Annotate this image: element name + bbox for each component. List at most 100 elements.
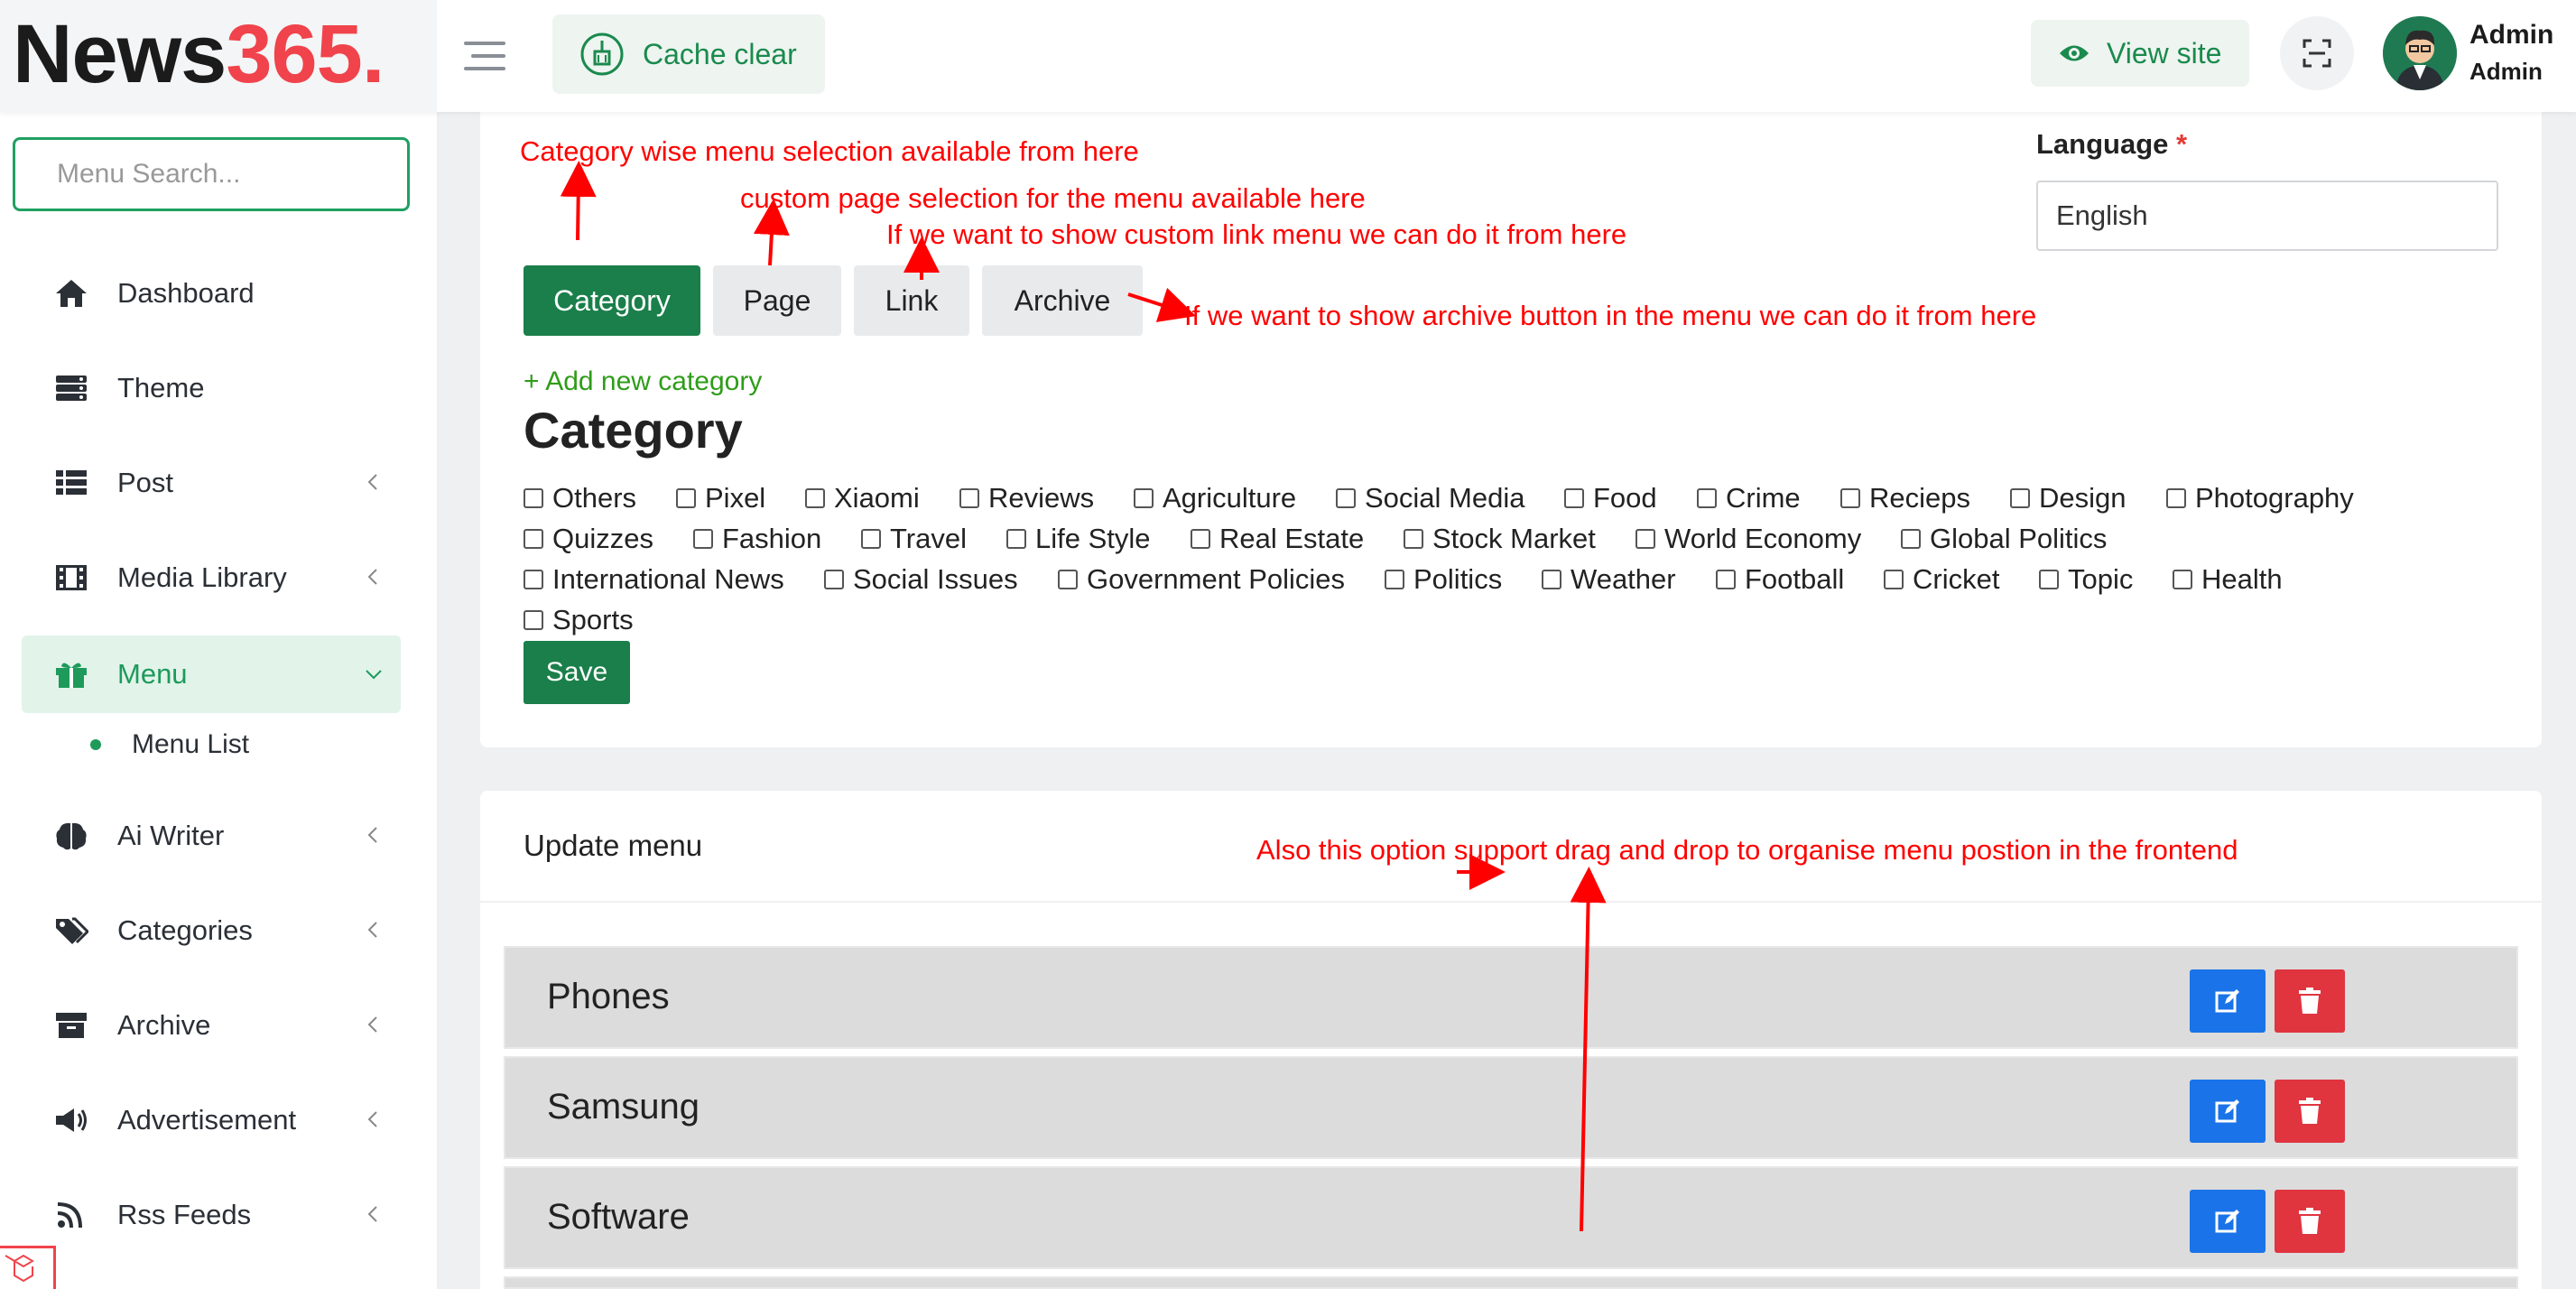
save-button[interactable]: Save [524, 641, 630, 704]
category-checkbox[interactable]: Fashion [693, 523, 821, 555]
logo[interactable]: News365. [13, 5, 385, 103]
sidebar-item-theme[interactable]: Theme [22, 349, 401, 427]
checkbox-box[interactable] [1564, 488, 1584, 508]
category-checkbox[interactable]: Stock Market [1404, 523, 1596, 555]
category-checkbox[interactable]: Cricket [1884, 563, 1999, 596]
category-checkbox[interactable]: International News [524, 563, 784, 596]
checkbox-box[interactable] [676, 488, 696, 508]
category-checkbox[interactable]: Politics [1385, 563, 1502, 596]
checkbox-box[interactable] [1006, 529, 1026, 549]
sidebar-item-post[interactable]: Post [22, 444, 401, 522]
tab-archive[interactable]: Archive [982, 265, 1143, 336]
checkbox-box[interactable] [524, 529, 543, 549]
sidebar-item-menu[interactable]: Menu [22, 635, 401, 713]
checkbox-box[interactable] [1134, 488, 1154, 508]
tab-link[interactable]: Link [854, 265, 969, 336]
checkbox-box[interactable] [1716, 570, 1736, 589]
category-checkbox[interactable]: Life Style [1006, 523, 1151, 555]
sidebar-item-dashboard[interactable]: Dashboard [22, 255, 401, 332]
cache-clear-button[interactable]: Cache clear [552, 14, 825, 94]
checkbox-box[interactable] [693, 529, 713, 549]
checkbox-box[interactable] [824, 570, 844, 589]
edit-button[interactable] [2190, 1190, 2266, 1253]
checkbox-box[interactable] [1191, 529, 1210, 549]
sidebar-item-categories[interactable]: Categories [22, 892, 401, 969]
category-checkbox[interactable]: Government Policies [1058, 563, 1345, 596]
category-checkbox[interactable]: Health [2173, 563, 2283, 596]
sidebar-item-archive[interactable]: Archive [22, 987, 401, 1064]
checkbox-label: Stock Market [1432, 523, 1596, 554]
submenu-label: Menu List [132, 729, 250, 759]
category-checkbox[interactable]: Social Media [1336, 482, 1524, 515]
edit-button[interactable] [2190, 1080, 2266, 1143]
sidebar-subitem-menu-list[interactable]: Menu List [90, 729, 249, 760]
checkbox-box[interactable] [2039, 570, 2059, 589]
menu-row[interactable]: Samsung [504, 1056, 2518, 1159]
tab-category[interactable]: Category [524, 265, 700, 336]
checkbox-box[interactable] [861, 529, 881, 549]
category-checkbox[interactable]: Crime [1697, 482, 1801, 515]
checkbox-label: Weather [1571, 563, 1676, 595]
category-checkbox[interactable]: Global Politics [1901, 523, 2107, 555]
category-heading: Category [524, 402, 743, 459]
chevron-left-icon [367, 1111, 377, 1127]
checkbox-box[interactable] [1404, 529, 1423, 549]
category-checkbox[interactable]: Agriculture [1134, 482, 1296, 515]
category-checkbox[interactable]: Recieps [1840, 482, 1970, 515]
category-checkbox[interactable]: Sports [524, 604, 634, 636]
checkbox-box[interactable] [524, 570, 543, 589]
menu-row[interactable] [504, 1276, 2518, 1289]
delete-button[interactable] [2275, 1080, 2345, 1143]
category-checkbox[interactable]: Weather [1542, 563, 1676, 596]
avatar[interactable] [2383, 16, 2457, 90]
checkbox-box[interactable] [1542, 570, 1561, 589]
category-checkbox[interactable]: Others [524, 482, 636, 515]
category-checkbox[interactable]: Food [1564, 482, 1657, 515]
category-checkbox[interactable]: World Economy [1635, 523, 1861, 555]
checkbox-box[interactable] [1635, 529, 1655, 549]
menu-search-input[interactable]: Menu Search... [13, 137, 410, 211]
sidebar-item-ai-writer[interactable]: Ai Writer [22, 797, 401, 875]
checkbox-box[interactable] [1336, 488, 1356, 508]
menu-row[interactable]: Software [504, 1166, 2518, 1269]
language-select[interactable]: English [2036, 181, 2498, 251]
hamburger-menu-icon[interactable] [464, 38, 509, 74]
category-checkbox[interactable]: Xiaomi [805, 482, 920, 515]
category-checkbox[interactable]: Football [1716, 563, 1844, 596]
checkbox-box[interactable] [524, 488, 543, 508]
checkbox-box[interactable] [805, 488, 825, 508]
checkbox-box[interactable] [959, 488, 979, 508]
film-icon [56, 565, 87, 590]
checkbox-box[interactable] [2173, 570, 2192, 589]
checkbox-box[interactable] [1385, 570, 1404, 589]
sidebar-item-media-library[interactable]: Media Library [22, 539, 401, 617]
checkbox-box[interactable] [524, 610, 543, 630]
checkbox-box[interactable] [1840, 488, 1860, 508]
admin-name[interactable]: Admin [2469, 20, 2553, 51]
sidebar-item-rss-feeds[interactable]: Rss Feeds [22, 1176, 401, 1254]
category-checkbox[interactable]: Topic [2039, 563, 2133, 596]
sidebar-item-advertisement[interactable]: Advertisement [22, 1081, 401, 1159]
menu-row[interactable]: Phones [504, 946, 2518, 1049]
edit-button[interactable] [2190, 969, 2266, 1033]
category-checkbox[interactable]: Photography [2166, 482, 2354, 515]
category-checkbox[interactable]: Pixel [676, 482, 765, 515]
category-checkbox[interactable]: Social Issues [824, 563, 1018, 596]
checkbox-box[interactable] [2166, 488, 2186, 508]
category-checkbox[interactable]: Quizzes [524, 523, 653, 555]
checkbox-box[interactable] [1058, 570, 1078, 589]
category-checkbox[interactable]: Travel [861, 523, 967, 555]
category-checkbox[interactable]: Real Estate [1191, 523, 1364, 555]
checkbox-box[interactable] [1884, 570, 1904, 589]
fullscreen-button[interactable] [2280, 16, 2354, 90]
checkbox-box[interactable] [1901, 529, 1921, 549]
add-new-category-link[interactable]: + Add new category [524, 366, 762, 397]
delete-button[interactable] [2275, 969, 2345, 1033]
view-site-button[interactable]: View site [2031, 20, 2249, 87]
checkbox-box[interactable] [2010, 488, 2030, 508]
category-checkbox[interactable]: Reviews [959, 482, 1094, 515]
checkbox-box[interactable] [1697, 488, 1717, 508]
tab-page[interactable]: Page [713, 265, 841, 336]
delete-button[interactable] [2275, 1190, 2345, 1253]
category-checkbox[interactable]: Design [2010, 482, 2127, 515]
